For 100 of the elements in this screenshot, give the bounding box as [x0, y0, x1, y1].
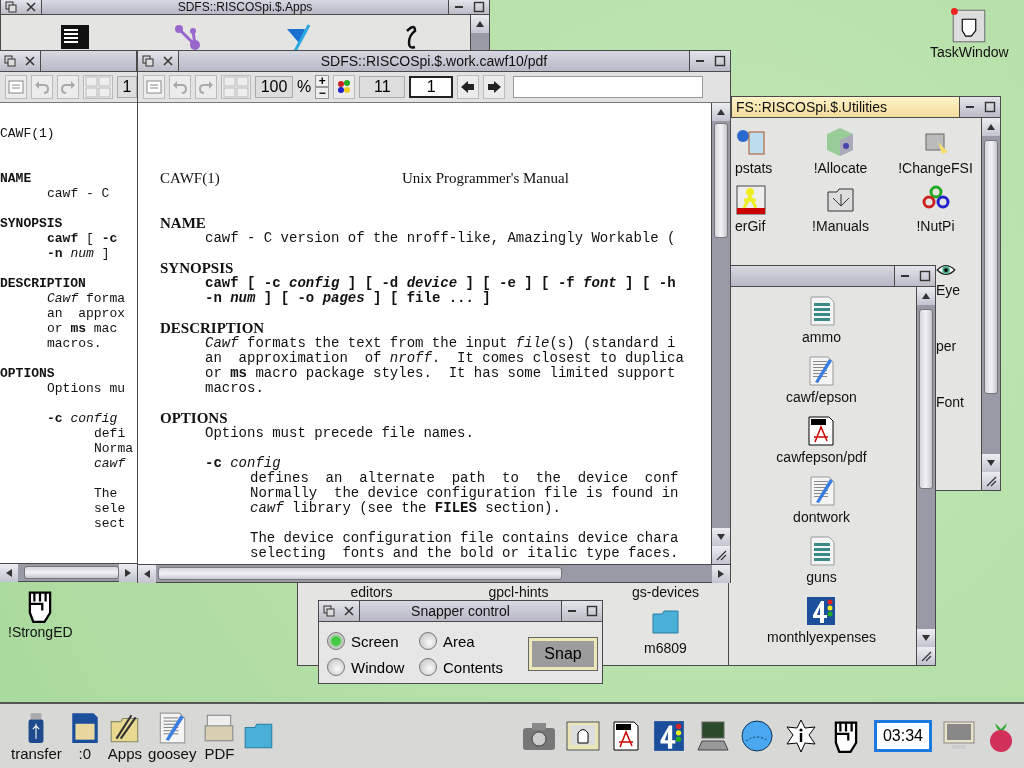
radio-option[interactable]: Screen: [327, 632, 419, 650]
zoom-in-button[interactable]: +: [315, 75, 330, 87]
app-item[interactable]: Eye: [936, 260, 981, 298]
iconbar-item[interactable]: goosey: [145, 710, 200, 762]
file-item[interactable]: dontwork: [793, 475, 850, 525]
radio-button[interactable]: [419, 632, 437, 650]
iconbar-item[interactable]: PDF: [199, 710, 240, 762]
window-title: FS::RISCOSpi.$.Utilities: [731, 97, 960, 117]
scroll-right-button[interactable]: [119, 564, 137, 582]
vertical-scrollbar[interactable]: [470, 15, 489, 50]
iconbar-item[interactable]: Apps: [104, 710, 146, 762]
scroll-down-button[interactable]: [917, 629, 935, 647]
back-button[interactable]: [0, 51, 20, 71]
app-item[interactable]: Font: [936, 394, 981, 410]
scroll-up-button[interactable]: [982, 118, 1000, 136]
horizontal-scrollbar[interactable]: [138, 564, 730, 582]
vertical-scrollbar[interactable]: [916, 287, 935, 665]
back-button[interactable]: [1, 0, 21, 14]
pdf-file-icon: [610, 720, 642, 752]
app-item[interactable]: per: [936, 338, 981, 354]
file-item[interactable]: m6809: [644, 606, 687, 656]
file-item[interactable]: editors: [350, 584, 393, 600]
scroll-up-button[interactable]: [471, 15, 489, 33]
file-item[interactable]: guns: [805, 535, 838, 585]
zoom-field[interactable]: 1: [117, 76, 137, 98]
scroll-down-button[interactable]: [982, 454, 1000, 472]
palette-button[interactable]: [333, 75, 356, 99]
previous-page-button[interactable]: [457, 75, 480, 99]
back-button[interactable]: [138, 51, 158, 71]
scroll-thumb[interactable]: [714, 123, 728, 238]
scroll-thumb[interactable]: [919, 309, 933, 489]
scroll-right-button[interactable]: [712, 565, 730, 583]
ghost-monitor-icon[interactable]: [566, 721, 600, 751]
maximise-button[interactable]: [582, 601, 602, 621]
document-text: selecting fonts and the bold or italic type faces.: [250, 546, 680, 561]
file-item[interactable]: monthlyexpenses: [767, 595, 876, 645]
radio-button[interactable]: [419, 658, 437, 676]
iconbar-item[interactable]: transfer: [8, 710, 65, 762]
close-button[interactable]: [339, 601, 359, 621]
close-button[interactable]: [20, 51, 40, 71]
app-item[interactable]: !NutPi: [916, 184, 955, 234]
app-item[interactable]: erGif: [731, 184, 767, 234]
close-icon: [162, 55, 174, 67]
minimise-button[interactable]: [960, 97, 980, 117]
person-icon: [735, 184, 767, 216]
file-item[interactable]: ammo: [802, 295, 841, 345]
globe-icon[interactable]: [740, 719, 774, 753]
app-item[interactable]: pstats: [731, 126, 773, 176]
minimise-button[interactable]: [449, 0, 469, 14]
radio-button[interactable]: [327, 632, 345, 650]
document-text: Cawf forma: [47, 291, 127, 306]
close-button[interactable]: [21, 0, 41, 14]
resize-handle[interactable]: [917, 647, 935, 665]
app-item[interactable]: !ChangeFSI: [898, 126, 973, 176]
computer-icon[interactable]: [696, 721, 730, 751]
zoom-out-button[interactable]: −: [315, 87, 330, 99]
scroll-thumb[interactable]: [984, 140, 998, 394]
info-icon[interactable]: [784, 719, 818, 753]
scroll-up-button[interactable]: [712, 103, 730, 121]
vertical-scrollbar[interactable]: [711, 103, 730, 564]
scroll-thumb[interactable]: [158, 567, 562, 580]
camera-icon[interactable]: [522, 721, 556, 751]
resize-handle[interactable]: [982, 472, 1000, 490]
maximise-button[interactable]: [915, 266, 935, 286]
scroll-left-button[interactable]: [138, 565, 156, 583]
snap-button[interactable]: Snap: [529, 638, 597, 670]
radio-option[interactable]: Area: [419, 632, 517, 650]
vertical-scrollbar[interactable]: [981, 118, 1000, 490]
minimise-button[interactable]: [690, 51, 710, 71]
next-page-button[interactable]: [483, 75, 506, 99]
back-button[interactable]: [319, 601, 339, 621]
clock[interactable]: 03:34: [874, 720, 932, 752]
window-title: SDFS::RISCOSpi.$.Apps: [41, 0, 449, 14]
scroll-thumb[interactable]: [24, 566, 119, 579]
resize-handle[interactable]: [712, 546, 730, 564]
scroll-down-button[interactable]: [712, 528, 730, 546]
file-item[interactable]: gs-devices: [632, 584, 699, 600]
minimise-button[interactable]: [895, 266, 915, 286]
iconbar-item[interactable]: :0: [64, 710, 105, 762]
scroll-up-button[interactable]: [917, 287, 935, 305]
search-field[interactable]: [513, 76, 704, 98]
close-button[interactable]: [158, 51, 178, 71]
maximise-button[interactable]: [980, 97, 1000, 117]
minimise-button[interactable]: [562, 601, 582, 621]
app-item[interactable]: !Allocate: [813, 126, 868, 176]
file-item[interactable]: gpcl-hints: [488, 584, 549, 600]
app-item[interactable]: !Manuals: [812, 184, 869, 234]
maximise-button[interactable]: [469, 0, 489, 14]
down-arrow-icon: [921, 633, 931, 643]
radio-button[interactable]: [327, 658, 345, 676]
maximise-button[interactable]: [710, 51, 730, 71]
radio-option[interactable]: Window: [327, 658, 419, 676]
monitor-icon[interactable]: [942, 721, 976, 751]
file-item[interactable]: cawfepson/pdf: [776, 415, 867, 465]
radio-option[interactable]: Contents: [419, 658, 517, 676]
horizontal-scrollbar[interactable]: [0, 563, 137, 581]
zoom-field[interactable]: 100: [255, 76, 293, 98]
page-field[interactable]: 1: [409, 76, 454, 98]
scroll-left-button[interactable]: [0, 564, 18, 582]
file-item[interactable]: cawf/epson: [786, 355, 857, 405]
